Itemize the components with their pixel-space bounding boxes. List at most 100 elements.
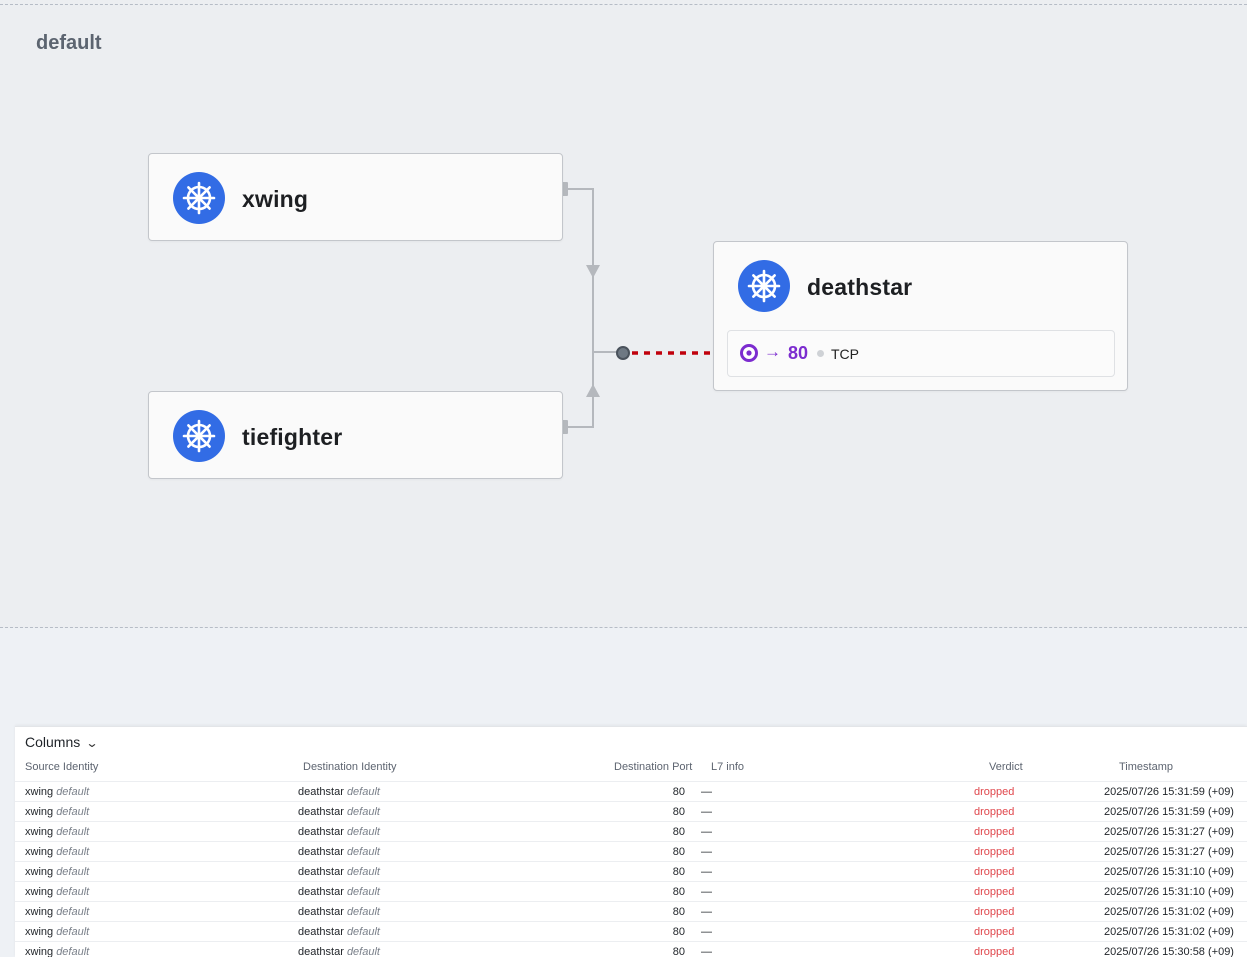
source-name: xwing <box>25 926 54 938</box>
table-row[interactable]: xwing default deathstar default 80— dropped… <box>15 901 1247 921</box>
timestamp: 2025/07/26 15:31:10 (+09) <box>1104 886 1234 898</box>
destination-port: 80 <box>672 906 685 918</box>
service-card-xwing[interactable]: xwing <box>148 153 563 241</box>
header-timestamp[interactable]: Timestamp <box>1119 761 1173 773</box>
l7-info: — <box>701 906 712 918</box>
junction-node <box>616 346 630 360</box>
verdict: dropped <box>974 906 1015 918</box>
kubernetes-icon <box>173 410 225 462</box>
destination-namespace: default <box>346 826 380 838</box>
l7-info: — <box>701 946 712 957</box>
timestamp: 2025/07/26 15:31:27 (+09) <box>1104 826 1234 838</box>
destination-name: deathstar <box>298 886 344 898</box>
destination-port: 80 <box>672 806 685 818</box>
source-namespace: default <box>56 906 90 918</box>
service-name: deathstar <box>807 274 913 300</box>
source-namespace: default <box>56 846 90 858</box>
verdict: dropped <box>974 846 1015 858</box>
table-row[interactable]: xwing default deathstar default 80— dropped… <box>15 881 1247 901</box>
destination-identity: deathstar default <box>298 906 380 918</box>
destination-identity: deathstar default <box>298 806 380 818</box>
destination-identity: deathstar default <box>298 846 380 858</box>
destination-port: 80 <box>672 866 685 878</box>
destination-identity: deathstar default <box>298 946 380 957</box>
chevron-down-icon: ⌄ <box>85 736 99 750</box>
table-row[interactable]: xwing default deathstar default 80— dropped… <box>15 801 1247 821</box>
kubernetes-icon <box>173 172 225 224</box>
table-row[interactable]: xwing default deathstar default 80— dropped… <box>15 841 1247 861</box>
source-namespace: default <box>56 806 90 818</box>
destination-identity: deathstar default <box>298 886 380 898</box>
timestamp: 2025/07/26 15:30:58 (+09) <box>1104 946 1234 957</box>
endpoint-port-80[interactable]: → 80 TCP <box>727 330 1115 377</box>
l7-info: — <box>701 886 712 898</box>
verdict: dropped <box>974 826 1015 838</box>
separator-dot <box>817 350 824 357</box>
timestamp: 2025/07/26 15:31:59 (+09) <box>1104 806 1234 818</box>
source-name: xwing <box>25 906 54 918</box>
destination-port: 80 <box>672 786 685 798</box>
header-destination-identity[interactable]: Destination Identity <box>303 761 397 773</box>
table-row[interactable]: xwing default deathstar default 80— dropped… <box>15 861 1247 881</box>
table-row[interactable]: xwing default deathstar default 80— dropped… <box>15 941 1247 957</box>
destination-name: deathstar <box>298 806 344 818</box>
source-namespace: default <box>56 786 90 798</box>
destination-namespace: default <box>346 906 380 918</box>
service-card-deathstar[interactable]: deathstar → 80 TCP <box>713 241 1128 391</box>
source-identity: xwing default <box>25 946 89 957</box>
source-identity: xwing default <box>25 926 89 938</box>
source-identity: xwing default <box>25 906 89 918</box>
arrow-up-icon <box>586 384 600 397</box>
source-name: xwing <box>25 826 54 838</box>
timestamp: 2025/07/26 15:31:27 (+09) <box>1104 846 1234 858</box>
verdict: dropped <box>974 806 1015 818</box>
destination-identity: deathstar default <box>298 786 380 798</box>
destination-name: deathstar <box>298 906 344 918</box>
service-map[interactable]: default xwing tiefighter deathstar → 80 … <box>0 0 1247 628</box>
service-card-tiefighter[interactable]: tiefighter <box>148 391 563 479</box>
header-source-identity[interactable]: Source Identity <box>25 761 98 773</box>
table-row[interactable]: xwing default deathstar default 80 — dropped… <box>15 781 1247 801</box>
source-name: xwing <box>25 866 54 878</box>
source-identity: xwing default <box>25 806 89 818</box>
source-name: xwing <box>25 846 54 858</box>
source-namespace: default <box>56 866 90 878</box>
source-namespace: default <box>56 826 90 838</box>
source-identity: xwing default <box>25 786 89 798</box>
service-name: tiefighter <box>242 424 343 450</box>
endpoint-target-icon <box>740 344 758 362</box>
destination-name: deathstar <box>298 946 344 957</box>
verdict: dropped <box>974 786 1015 798</box>
destination-namespace: default <box>346 806 380 818</box>
destination-namespace: default <box>346 946 380 957</box>
destination-name: deathstar <box>298 866 344 878</box>
arrow-down-icon <box>586 265 600 278</box>
l7-info: — <box>701 786 712 798</box>
l7-info: — <box>701 846 712 858</box>
source-identity: xwing default <box>25 866 89 878</box>
endpoint-port: 80 <box>788 343 809 363</box>
header-verdict[interactable]: Verdict <box>989 761 1023 773</box>
destination-port: 80 <box>672 926 685 938</box>
flows-rows: xwing default deathstar default 80— dropped… <box>15 781 1247 957</box>
header-destination-port[interactable]: Destination Port <box>614 761 692 773</box>
destination-name: deathstar <box>298 846 344 858</box>
source-namespace: default <box>56 946 90 957</box>
source-name: xwing <box>25 886 54 898</box>
source-identity: xwing default <box>25 846 89 858</box>
table-row[interactable]: xwing default deathstar default 80— dropped… <box>15 821 1247 841</box>
l7-info: — <box>701 926 712 938</box>
namespace-bottom-border <box>0 627 1247 628</box>
source-identity: xwing default <box>25 826 89 838</box>
verdict: dropped <box>974 926 1015 938</box>
source-name: xwing <box>25 946 54 957</box>
header-l7-info[interactable]: L7 info <box>711 761 744 773</box>
kubernetes-icon <box>738 260 790 312</box>
source-namespace: default <box>56 926 90 938</box>
flows-table[interactable]: Columns ⌄ Source Identity Destination Ide… <box>15 726 1247 957</box>
destination-port: 80 <box>672 886 685 898</box>
destination-name: deathstar <box>298 826 344 838</box>
columns-dropdown-button[interactable]: Columns ⌄ <box>25 734 99 750</box>
timestamp: 2025/07/26 15:31:02 (+09) <box>1104 906 1234 918</box>
table-row[interactable]: xwing default deathstar default 80— dropped… <box>15 921 1247 941</box>
